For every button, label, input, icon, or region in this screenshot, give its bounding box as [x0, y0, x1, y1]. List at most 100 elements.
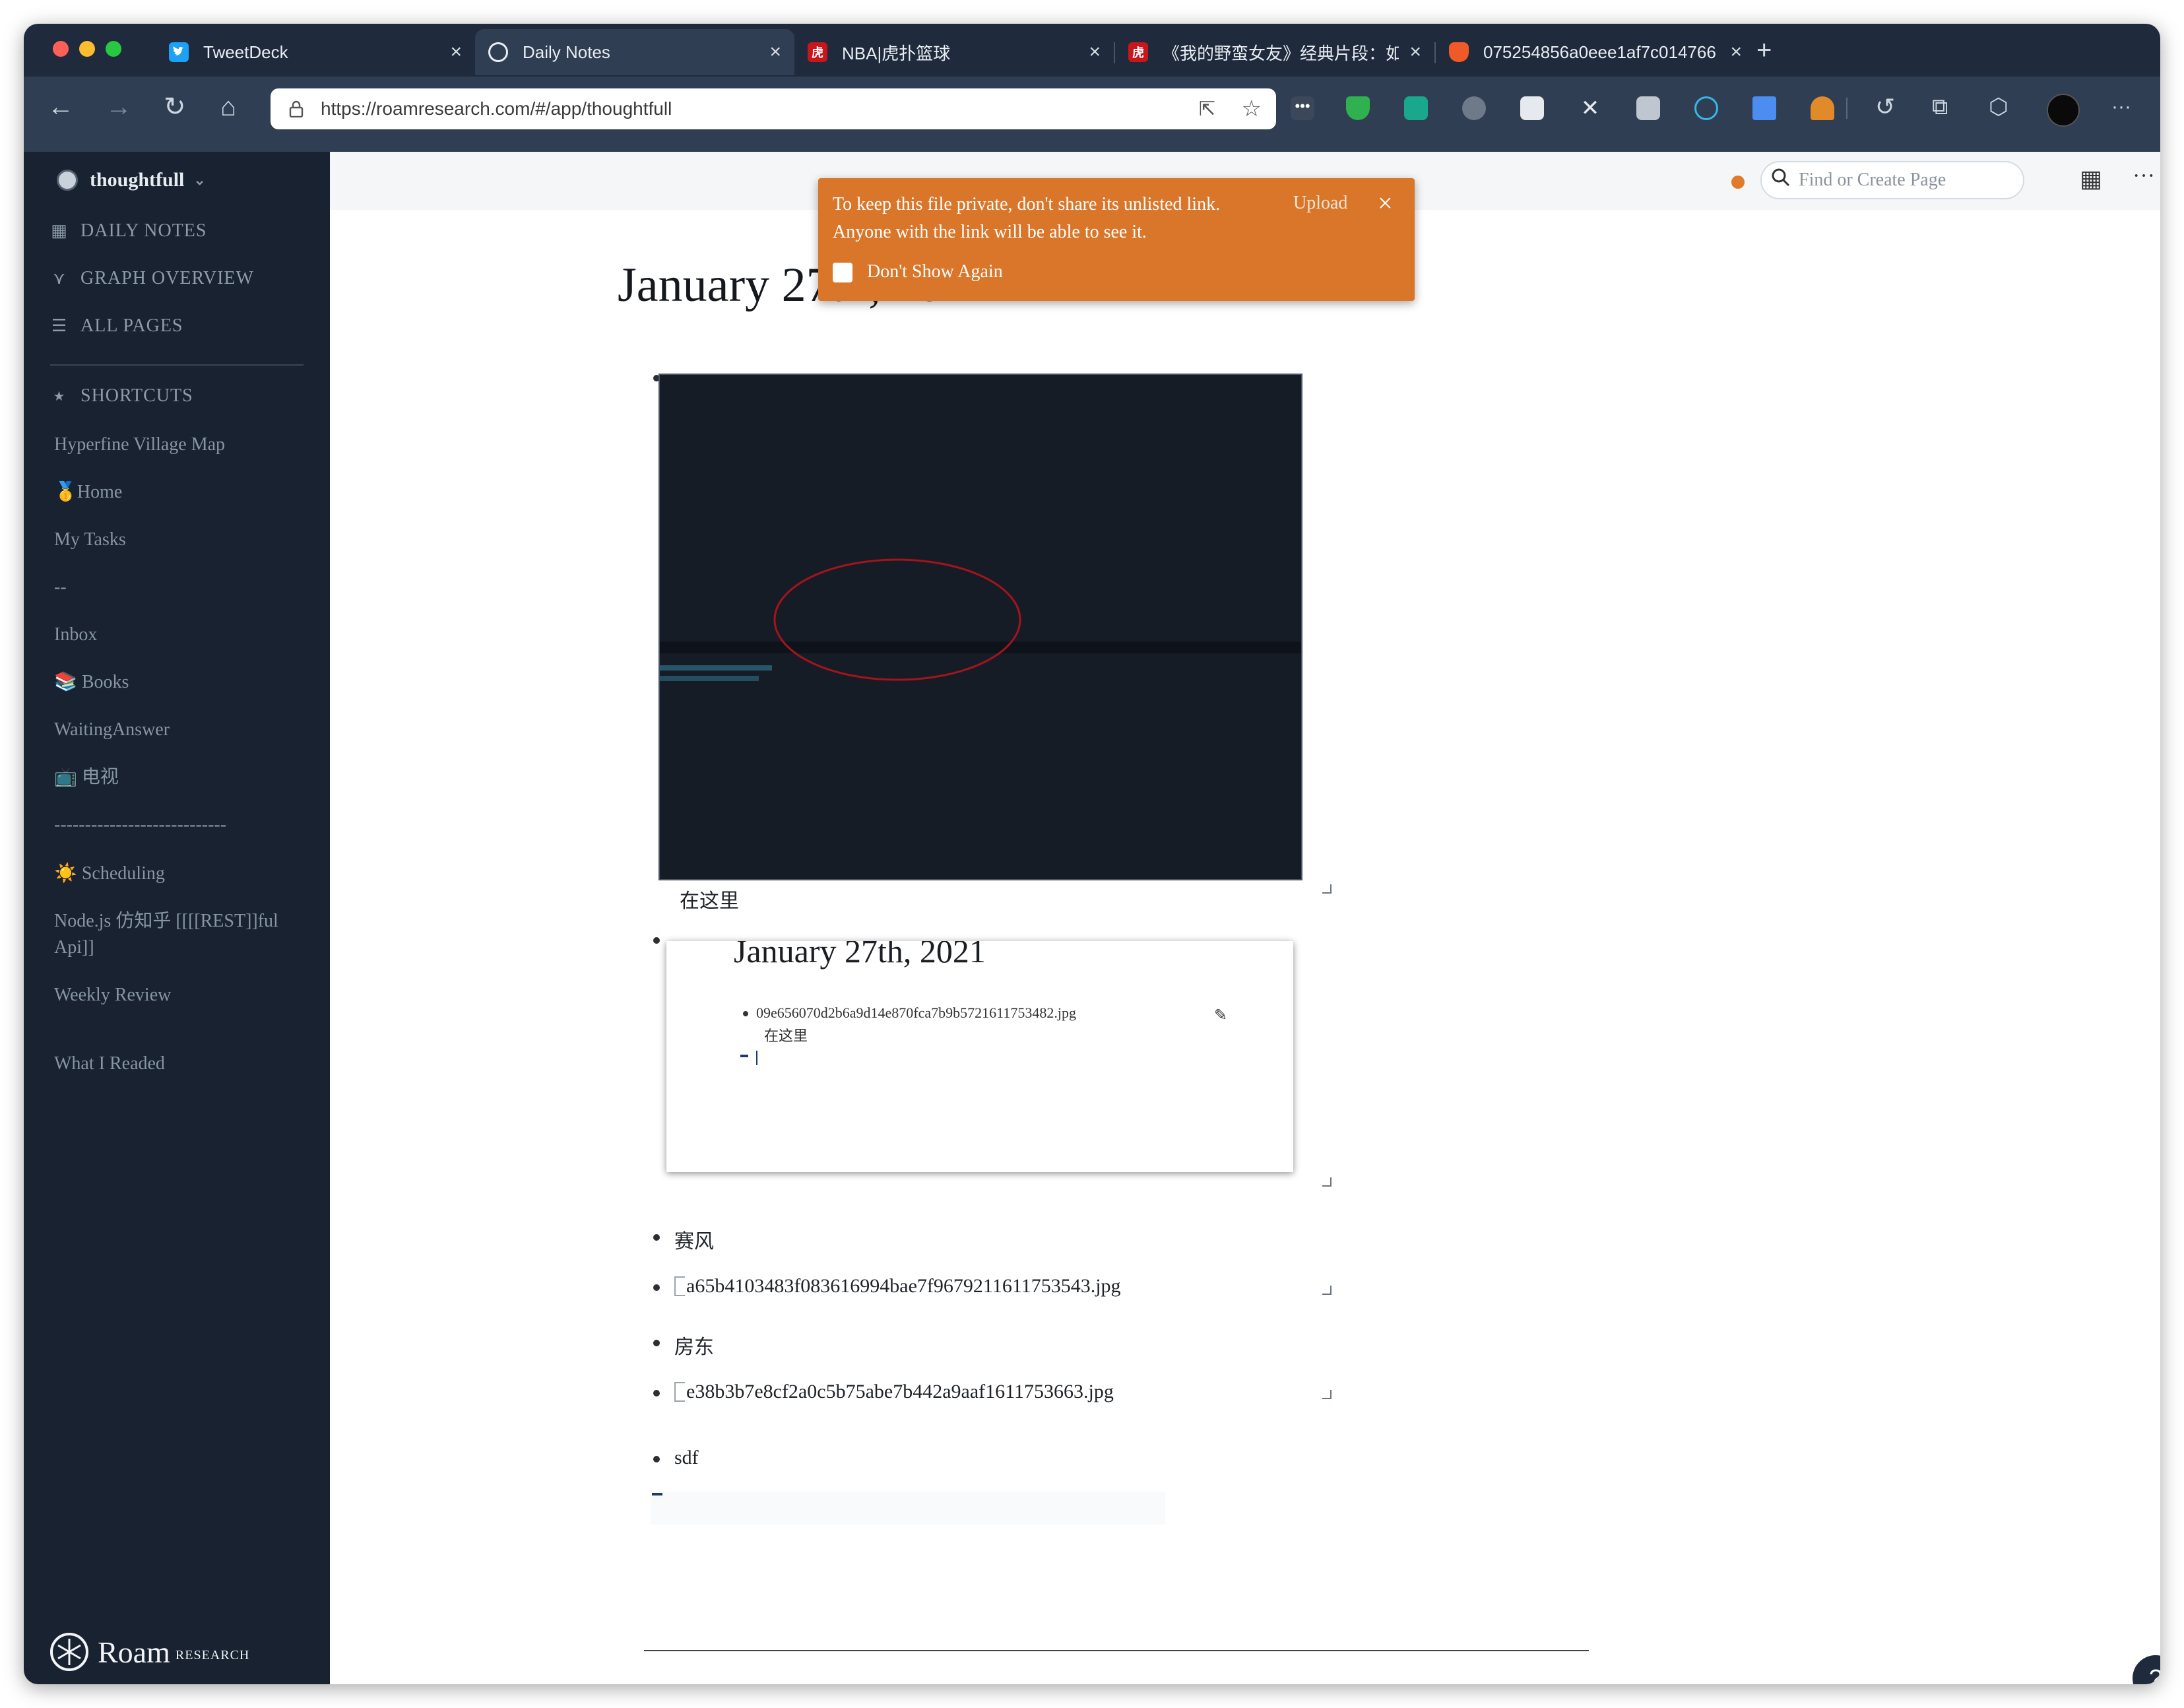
shortcut-item[interactable]: ☀️ Scheduling [54, 861, 318, 887]
shortcut-item[interactable]: Weekly Review [54, 982, 318, 1008]
tab-video[interactable]: 虎 《我的野蛮女友》经典片段：如 × [1115, 29, 1434, 75]
resize-handle-icon[interactable] [1322, 1390, 1332, 1399]
favorite-star-icon[interactable]: ☆ [1242, 96, 1262, 122]
block-bullet[interactable] [653, 1234, 660, 1241]
history-icon[interactable]: ↺ [1875, 94, 1895, 120]
disabled-extension-icon[interactable] [1462, 96, 1486, 120]
page-divider [644, 1650, 1589, 1651]
nav-label: ALL PAGES [80, 315, 183, 336]
toast-message-line1: To keep this file private, don't share i… [833, 194, 1221, 214]
forward-arrow-icon[interactable]: → [106, 94, 132, 120]
close-window-button[interactable] [53, 41, 69, 57]
shortcut-item[interactable]: -- [54, 574, 318, 601]
shortcut-item[interactable]: WaitingAnswer [54, 717, 318, 743]
graph-avatar-icon [57, 170, 78, 191]
close-tab-icon[interactable]: × [1409, 41, 1421, 63]
back-arrow-icon[interactable]: ← [48, 94, 74, 120]
left-sidebar: thoughtfull ⌄ ▦ DAILY NOTES ⋎ GRAPH OVER… [24, 152, 330, 1684]
nav-graph-overview[interactable]: ⋎ GRAPH OVERVIEW [50, 268, 254, 289]
more-options-icon[interactable]: ··· [2133, 164, 2155, 189]
new-tab-button[interactable]: + [1756, 37, 1772, 63]
shortcut-item[interactable]: 📺 电视 [54, 764, 318, 791]
person-extension-icon[interactable] [1811, 96, 1834, 120]
embedded-screenshot-image[interactable]: January 27th, 2021 09e656070d2b6a9d14e87… [666, 941, 1293, 1172]
resize-handle-icon[interactable] [1322, 1177, 1332, 1187]
extensions-icon[interactable]: ⬡ [1989, 94, 2008, 120]
roam-logo-icon [50, 1633, 88, 1671]
shortcut-item[interactable]: Node.js 仿知乎 [[[[REST]]ful Api]] [54, 908, 305, 961]
tab-tweetdeck[interactable]: TweetDeck × [156, 29, 475, 75]
shortcut-item[interactable]: My Tasks [54, 527, 318, 553]
document-extension-icon[interactable] [1752, 96, 1776, 120]
dont-show-again-checkbox[interactable] [833, 263, 852, 282]
edit-extension-icon[interactable] [1520, 96, 1544, 120]
shortcut-item[interactable]: ---------------------------- [54, 812, 318, 838]
hupu-icon: 虎 [808, 42, 827, 62]
minimize-window-button[interactable] [79, 41, 95, 57]
shortcuts-header: ★ SHORTCUTS [50, 385, 193, 407]
tab-daily-notes[interactable]: Daily Notes × [475, 29, 794, 75]
upload-button[interactable]: Upload [1293, 193, 1347, 214]
browser-window: TweetDeck × Daily Notes × 虎 NBA|虎扑篮球 × 虎… [24, 24, 2160, 1684]
block-text[interactable]: 赛风 [674, 1225, 714, 1254]
screenshot-image[interactable] [658, 374, 1302, 880]
broken-image[interactable]: e38b3b7e8cf2a0c5b75abe7b442a9aaf16117536… [674, 1381, 1114, 1403]
collections-icon[interactable]: ⧉ [1932, 94, 1948, 120]
star-icon: ★ [53, 389, 66, 404]
open-external-icon[interactable]: ⇱ [1199, 98, 1215, 121]
s-extension-icon[interactable] [1404, 96, 1428, 120]
list-icon: ☰ [51, 316, 68, 335]
tab-hash-file[interactable]: 075254856a0eee1af7c014766 × [1436, 29, 1755, 75]
hupu-icon: 虎 [1128, 42, 1148, 62]
block-text[interactable]: 房东 [674, 1330, 714, 1360]
close-tab-icon[interactable]: × [450, 41, 462, 63]
close-tab-icon[interactable]: × [1089, 41, 1101, 63]
graph-name: thoughtfull [90, 169, 185, 191]
nav-all-pages[interactable]: ☰ ALL PAGES [50, 315, 183, 337]
new-block-input[interactable] [651, 1492, 1165, 1525]
nav-daily-notes[interactable]: ▦ DAILY NOTES [50, 220, 207, 242]
avatar[interactable] [2047, 94, 2080, 127]
react-devtools-icon[interactable] [1694, 96, 1718, 120]
resize-handle-icon[interactable] [1322, 884, 1332, 894]
dont-show-again-label: Don't Show Again [867, 261, 1003, 282]
shield-icon[interactable] [1346, 96, 1370, 120]
block-bullet[interactable] [653, 1456, 660, 1462]
more-menu-icon[interactable]: ··· [2111, 94, 2131, 120]
resize-handle-icon[interactable] [1322, 1286, 1332, 1295]
close-tab-icon[interactable]: × [1730, 41, 1742, 63]
block-bullet[interactable] [653, 1284, 660, 1291]
tab-nba[interactable]: 虎 NBA|虎扑篮球 × [794, 29, 1114, 75]
block-bullet[interactable] [653, 937, 660, 944]
chevron-down-icon: ⌄ [193, 172, 206, 188]
shortcut-item[interactable]: Inbox [54, 622, 318, 648]
calendar-icon[interactable]: ▦ [2080, 165, 2102, 193]
tab-title: NBA|虎扑篮球 [842, 43, 951, 63]
grid-extension-icon[interactable] [1636, 96, 1660, 120]
lock-icon [289, 100, 304, 118]
main-content: Find or Create Page ▦ ··· January 27th, … [330, 152, 2160, 1684]
shortcut-item[interactable]: 🥇Home [54, 479, 318, 506]
shortcut-item[interactable]: 📚 Books [54, 669, 318, 696]
search-icon [1771, 168, 1791, 193]
shortcuts-label: SHORTCUTS [80, 385, 193, 406]
home-icon[interactable]: ⌂ [220, 94, 236, 120]
graph-switcher[interactable]: thoughtfull ⌄ [57, 169, 206, 191]
shortcut-item[interactable]: What I Readed [54, 1051, 318, 1077]
broken-image[interactable]: a65b4103483f083616994bae7f96792116117535… [674, 1275, 1121, 1297]
x-extension-icon[interactable]: ✕ [1578, 96, 1602, 120]
block-bullet[interactable] [653, 1340, 660, 1346]
close-tab-icon[interactable]: × [769, 41, 781, 63]
toast-message-line2: Anyone with the link will be able to see… [833, 222, 1147, 242]
extension-dots-icon[interactable]: ••• [1291, 96, 1314, 120]
search-input[interactable]: Find or Create Page [1760, 161, 2024, 199]
shortcut-item[interactable]: Hyperfine Village Map [54, 432, 318, 458]
reload-icon[interactable]: ↻ [164, 94, 186, 120]
image-code-line [660, 676, 759, 681]
zoom-window-button[interactable] [106, 41, 121, 57]
block-bullet[interactable] [653, 1390, 660, 1396]
close-icon[interactable]: × [1378, 187, 1393, 218]
embedded-input-bullet [740, 1055, 748, 1057]
address-bar[interactable]: https://roamresearch.com/#/app/thoughtfu… [271, 88, 1276, 129]
block-text[interactable]: sdf [674, 1447, 699, 1469]
